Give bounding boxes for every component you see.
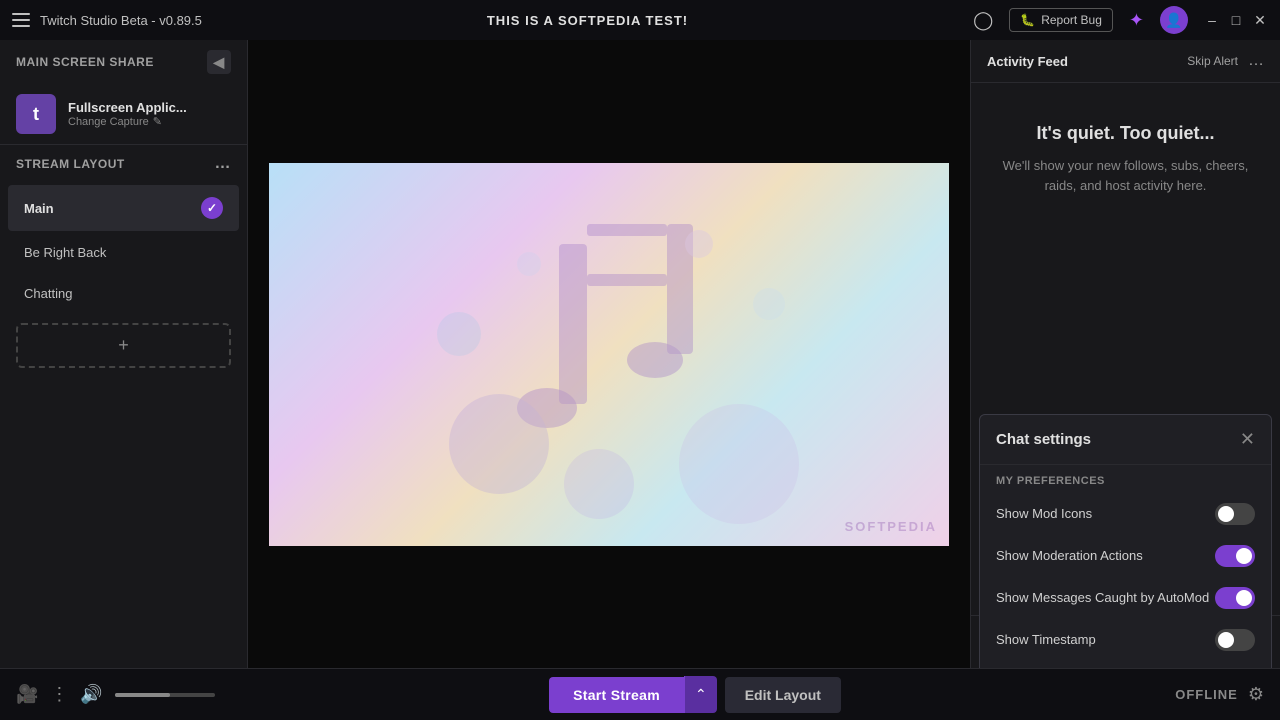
main-area: Main Screen Share ◀ t Fullscreen Applic.… (0, 40, 1280, 668)
toggle-knob (1236, 548, 1252, 564)
source-info: Fullscreen Applic... Change Capture ✎ (68, 100, 231, 128)
show-automod-messages-row: Show Messages Caught by AutoMod (980, 577, 1271, 619)
app-title: Twitch Studio Beta - v0.89.5 (40, 13, 202, 28)
show-moderation-actions-toggle[interactable] (1215, 545, 1255, 567)
offline-status: OFFLINE (1175, 687, 1238, 702)
show-automod-messages-toggle[interactable] (1215, 587, 1255, 609)
start-stream-button[interactable]: Start Stream (549, 677, 684, 713)
edit-layout-button[interactable]: Edit Layout (725, 677, 841, 713)
music-shapes (269, 163, 949, 546)
layout-item-be-right-back[interactable]: Be Right Back (8, 233, 239, 272)
layout-main-label: Main (24, 201, 54, 216)
window-controls: – □ ✕ (1204, 12, 1268, 28)
source-name: Fullscreen Applic... (68, 100, 231, 115)
activity-actions: Skip Alert … (1187, 52, 1264, 70)
skip-alert-button[interactable]: Skip Alert (1187, 54, 1238, 68)
activity-feed-title: Activity Feed (987, 54, 1068, 69)
minimize-button[interactable]: – (1204, 12, 1220, 28)
add-icon: + (118, 335, 129, 356)
bottom-bar: 🎥 ⋮ 🔊 Start Stream ⌃ Edit Layout OFFLINE… (0, 668, 1280, 720)
main-screen-share-label: Main Screen Share (16, 55, 154, 69)
preferences-section-label: MY PREFERENCES (980, 465, 1271, 493)
source-item: t Fullscreen Applic... Change Capture ✎ (0, 84, 247, 145)
watermark: SOFTPEDIA (845, 519, 937, 534)
titlebar: Twitch Studio Beta - v0.89.5 THIS IS A S… (0, 0, 1280, 40)
bug-icon: 🐛 (1020, 13, 1035, 27)
right-panel-content: Chat settings ✕ MY PREFERENCES Show Mod … (971, 406, 1280, 669)
layout-item-main[interactable]: Main ✓ (8, 185, 239, 231)
audio-icon: 🔊 (80, 684, 102, 705)
titlebar-left: Twitch Studio Beta - v0.89.5 (12, 13, 202, 28)
change-capture-label: Change Capture (68, 116, 149, 128)
deleted-messages-row[interactable]: Deleted Messages Brief 〉 (980, 661, 1271, 669)
titlebar-right: ◯ 🐛 Report Bug ✦ 👤 – □ ✕ (973, 6, 1268, 34)
bottom-right: OFFLINE ⚙ (1175, 684, 1264, 705)
activity-empty-title: It's quiet. Too quiet... (1037, 123, 1215, 144)
show-timestamp-toggle[interactable] (1215, 629, 1255, 651)
activity-empty-state: It's quiet. Too quiet... We'll show your… (971, 83, 1280, 406)
stream-layout-header: Stream Layout … (0, 145, 247, 183)
settings-gear-button[interactable]: ⚙ (1248, 684, 1264, 705)
activity-empty-desc: We'll show your new follows, subs, cheer… (995, 156, 1256, 195)
maximize-button[interactable]: □ (1228, 12, 1244, 28)
stream-options-button[interactable]: ⌃ (684, 676, 717, 713)
notification-icon[interactable]: ◯ (973, 10, 993, 31)
sidebar-collapse-button[interactable]: ◀ (207, 50, 231, 74)
layout-brb-label: Be Right Back (24, 245, 106, 260)
show-timestamp-label: Show Timestamp (996, 632, 1096, 647)
toggle-knob (1218, 632, 1234, 648)
change-capture-button[interactable]: Change Capture ✎ (68, 115, 231, 128)
camera-icon: 🎥 (16, 684, 38, 705)
close-button[interactable]: ✕ (1252, 12, 1268, 28)
music-note-svg (399, 184, 819, 524)
toggle-knob (1236, 590, 1252, 606)
show-mod-icons-row: Show Mod Icons (980, 493, 1271, 535)
chat-settings-title: Chat settings (996, 431, 1091, 448)
settings-sliders-button[interactable]: ⋮ (50, 684, 68, 705)
volume-slider[interactable] (115, 693, 215, 697)
camera-button[interactable]: 🎥 (16, 684, 38, 705)
stream-title: THIS IS A SOFTPEDIA TEST! (202, 13, 973, 28)
show-moderation-actions-label: Show Moderation Actions (996, 548, 1143, 563)
report-bug-button[interactable]: 🐛 Report Bug (1009, 8, 1113, 32)
main-screen-share-header: Main Screen Share ◀ (0, 40, 247, 84)
volume-fill (115, 693, 170, 697)
chat-settings-panel: Chat settings ✕ MY PREFERENCES Show Mod … (979, 414, 1272, 669)
source-icon: t (16, 94, 56, 134)
premium-icon[interactable]: ✦ (1129, 10, 1144, 31)
layout-chatting-label: Chatting (24, 286, 72, 301)
show-timestamp-row: Show Timestamp (980, 619, 1271, 661)
stream-layout-label: Stream Layout (16, 157, 125, 171)
activity-feed-header: Activity Feed Skip Alert … (971, 40, 1280, 83)
toggle-knob (1218, 506, 1234, 522)
user-avatar[interactable]: 👤 (1160, 6, 1188, 34)
show-mod-icons-label: Show Mod Icons (996, 506, 1092, 521)
bottom-center: Start Stream ⌃ Edit Layout (227, 676, 1163, 713)
avatar-icon: 👤 (1165, 12, 1182, 29)
edit-icon: ✎ (153, 115, 162, 128)
sidebar: Main Screen Share ◀ t Fullscreen Applic.… (0, 40, 248, 668)
activity-options-button[interactable]: … (1248, 52, 1264, 70)
audio-button[interactable]: 🔊 (80, 684, 102, 705)
show-moderation-actions-row: Show Moderation Actions (980, 535, 1271, 577)
active-check-icon: ✓ (201, 197, 223, 219)
add-layout-button[interactable]: + (16, 323, 231, 368)
menu-icon[interactable] (12, 13, 30, 27)
show-automod-messages-label: Show Messages Caught by AutoMod (996, 590, 1209, 605)
stream-layout-options-button[interactable]: … (215, 155, 232, 173)
chat-settings-header: Chat settings ✕ (980, 415, 1271, 465)
preview-canvas: SOFTPEDIA (269, 163, 949, 546)
report-bug-label: Report Bug (1041, 13, 1102, 27)
preview-area: SOFTPEDIA (248, 40, 970, 668)
chevron-up-icon: ⌃ (695, 686, 707, 702)
layout-list: Main ✓ Be Right Back Chatting (0, 183, 247, 315)
gear-icon: ⚙ (1248, 684, 1264, 704)
layout-item-chatting[interactable]: Chatting (8, 274, 239, 313)
show-mod-icons-toggle[interactable] (1215, 503, 1255, 525)
twitch-studio-icon: t (33, 104, 39, 125)
chat-settings-close-button[interactable]: ✕ (1240, 429, 1255, 450)
right-panel: Activity Feed Skip Alert … It's quiet. T… (970, 40, 1280, 668)
sliders-icon: ⋮ (50, 684, 68, 705)
